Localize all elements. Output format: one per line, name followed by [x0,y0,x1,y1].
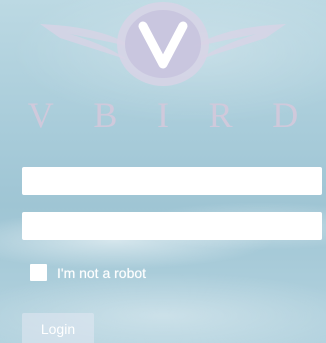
brand-wordmark: V B I R D [0,90,326,140]
brand-letter: D [272,95,299,135]
brand-letter: I [157,95,169,135]
username-field[interactable] [22,167,322,195]
brand-letter: R [208,95,233,135]
captcha-checkbox-row[interactable]: I'm not a robot [30,264,146,281]
checkbox-icon[interactable] [30,264,47,281]
password-field[interactable] [22,212,322,240]
brand-letter: B [93,95,118,135]
login-button[interactable]: Login [22,313,94,343]
captcha-label: I'm not a robot [57,264,147,281]
brand-letter: V [27,95,54,135]
vbird-logo-icon [40,2,286,86]
